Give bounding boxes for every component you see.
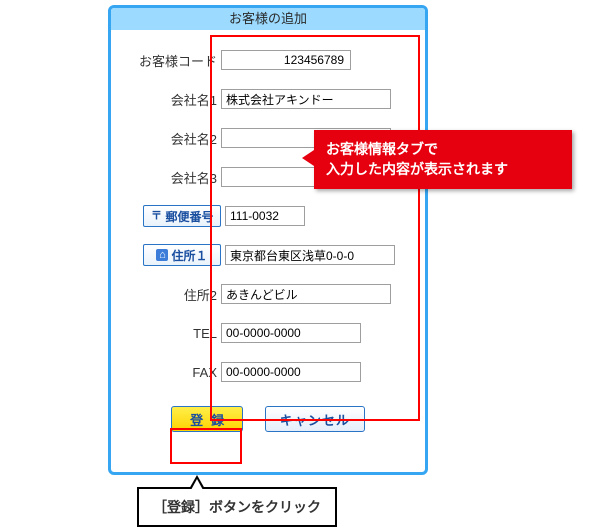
row-address1: ⌂ 住所１ xyxy=(129,243,407,267)
postal-lookup-label: 郵便番号 xyxy=(165,208,213,225)
dialog-title: お客様の追加 xyxy=(111,8,425,30)
form-body: お客様コード 会社名1 会社名2 会社名3 〒 郵便番号 ⌂ 住所１ xyxy=(111,30,425,432)
label-address2: 住所2 xyxy=(129,285,221,304)
home-icon: ⌂ xyxy=(156,249,168,261)
row-address2: 住所2 xyxy=(129,282,407,306)
row-postal: 〒 郵便番号 xyxy=(129,204,407,228)
input-fax[interactable] xyxy=(221,362,361,382)
input-address1[interactable] xyxy=(225,245,395,265)
row-fax: FAX xyxy=(129,360,407,384)
address1-lookup-label: 住所１ xyxy=(171,247,207,264)
add-customer-dialog: お客様の追加 お客様コード 会社名1 会社名2 会社名3 〒 郵便番号 xyxy=(108,5,428,475)
label-customer-code: お客様コード xyxy=(129,51,221,70)
postal-lookup-button[interactable]: 〒 郵便番号 xyxy=(143,205,221,227)
input-company1[interactable] xyxy=(221,89,391,109)
red-callout-line1: お客様情報タブで xyxy=(326,141,438,157)
address1-lookup-button[interactable]: ⌂ 住所１ xyxy=(143,244,221,266)
row-tel: TEL xyxy=(129,321,407,345)
annotation-black-callout: ［登録］ボタンをクリック xyxy=(137,487,337,527)
input-tel[interactable] xyxy=(221,323,361,343)
label-fax: FAX xyxy=(129,365,221,380)
label-company3: 会社名3 xyxy=(129,168,221,187)
postal-icon: 〒 xyxy=(150,210,162,222)
label-company2: 会社名2 xyxy=(129,129,221,148)
input-postal[interactable] xyxy=(225,206,305,226)
input-customer-code[interactable] xyxy=(221,50,351,70)
annotation-red-callout: お客様情報タブで 入力した内容が表示されます xyxy=(314,130,572,189)
input-address2[interactable] xyxy=(221,284,391,304)
label-tel: TEL xyxy=(129,326,221,341)
register-button[interactable]: 登録 xyxy=(171,406,243,432)
red-callout-line2: 入力した内容が表示されます xyxy=(326,161,508,177)
row-company1: 会社名1 xyxy=(129,87,407,111)
label-company1: 会社名1 xyxy=(129,90,221,109)
row-customer-code: お客様コード xyxy=(129,48,407,72)
cancel-button[interactable]: キャンセル xyxy=(265,406,365,432)
button-row: 登録 キャンセル xyxy=(129,406,407,432)
